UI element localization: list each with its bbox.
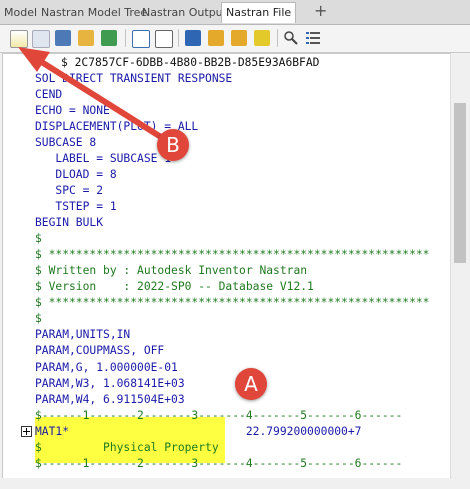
- tab-model[interactable]: Model: [4, 3, 37, 23]
- editor-line: SPC = 2: [35, 184, 104, 197]
- bookmark-icon[interactable]: [185, 30, 201, 46]
- editor-line: ECHO = NONE: [35, 104, 110, 117]
- editor-line: MAT1* 22.799200000000+7: [35, 425, 362, 438]
- toolbar-divider: [178, 29, 179, 47]
- editor-line: $: [35, 232, 42, 245]
- editor-line: CEND: [35, 88, 63, 101]
- editor-line: PARAM,UNITS,IN: [35, 328, 131, 341]
- table-icon[interactable]: [132, 30, 150, 48]
- vertical-scrollbar[interactable]: [450, 53, 469, 477]
- editor-line: SOL DIRECT TRANSIENT RESPONSE: [35, 72, 233, 85]
- import-icon[interactable]: [78, 30, 94, 46]
- editor-line: $ **************************************…: [35, 296, 430, 309]
- editor-line: PARAM,W4, 6.911504E+03: [35, 393, 185, 406]
- editor-line: $------1-------2-------3-------4-------5…: [35, 457, 403, 470]
- bookmark-next-icon[interactable]: [208, 30, 224, 46]
- tab-nastran-output[interactable]: Nastran Output: [142, 3, 227, 23]
- editor-line: LABEL = SUBCASE 1: [35, 152, 172, 165]
- expand-icon[interactable]: [21, 426, 32, 437]
- toolbar-divider: [125, 29, 126, 47]
- editor-line: $------1-------2-------3-------4-------5…: [35, 409, 403, 422]
- grid-icon[interactable]: [155, 30, 173, 48]
- settings-icon[interactable]: [32, 30, 50, 48]
- save-icon[interactable]: [55, 30, 71, 46]
- new-file-icon[interactable]: [10, 30, 28, 48]
- toolbar: [0, 25, 470, 53]
- editor-line: BEGIN BULK: [35, 216, 104, 229]
- editor-line: $: [35, 312, 42, 325]
- toolbar-divider: [277, 29, 278, 47]
- callout-b: B: [157, 129, 189, 161]
- bookmark-clear-icon[interactable]: [254, 30, 270, 46]
- horizontal-scrollbar[interactable]: [2, 478, 468, 489]
- nastran-file-editor[interactable]: $ 2C7857CF-6DBB-4B80-BB2B-D85E93A6BFAD S…: [2, 53, 451, 479]
- plus-icon[interactable]: +: [314, 1, 327, 20]
- find-icon[interactable]: [283, 30, 299, 46]
- callout-a: A: [235, 368, 267, 400]
- editor-line: $ Physical Property: [35, 441, 219, 454]
- bookmark-prev-icon[interactable]: [231, 30, 247, 46]
- tab-bar: Model Nastran Model Tree Nastran Output …: [0, 0, 470, 25]
- scrollbar-thumb[interactable]: [454, 103, 466, 263]
- editor-line: $ Written by : Autodesk Inventor Nastran: [35, 264, 308, 277]
- editor-line: DLOAD = 8: [35, 168, 117, 181]
- editor-line: $ **************************************…: [35, 248, 430, 261]
- tab-nastran-file[interactable]: Nastran File: [221, 2, 297, 23]
- editor-line: TSTEP = 1: [35, 200, 117, 213]
- editor-line: PARAM,COUPMASS, OFF: [35, 344, 165, 357]
- list-icon[interactable]: [305, 30, 321, 46]
- tab-nastran-model-tree[interactable]: Nastran Model Tree: [41, 3, 147, 23]
- editor-line: PARAM,G, 1.000000E-01: [35, 361, 178, 374]
- editor-line: $ 2C7857CF-6DBB-4B80-BB2B-D85E93A6BFAD: [61, 56, 320, 69]
- editor-line: PARAM,W3, 1.068141E+03: [35, 377, 185, 390]
- editor-line: $ Version : 2022-SP0 -- Database V12.1: [35, 280, 314, 293]
- editor-line: SUBCASE 8: [35, 136, 97, 149]
- export-icon[interactable]: [101, 30, 117, 46]
